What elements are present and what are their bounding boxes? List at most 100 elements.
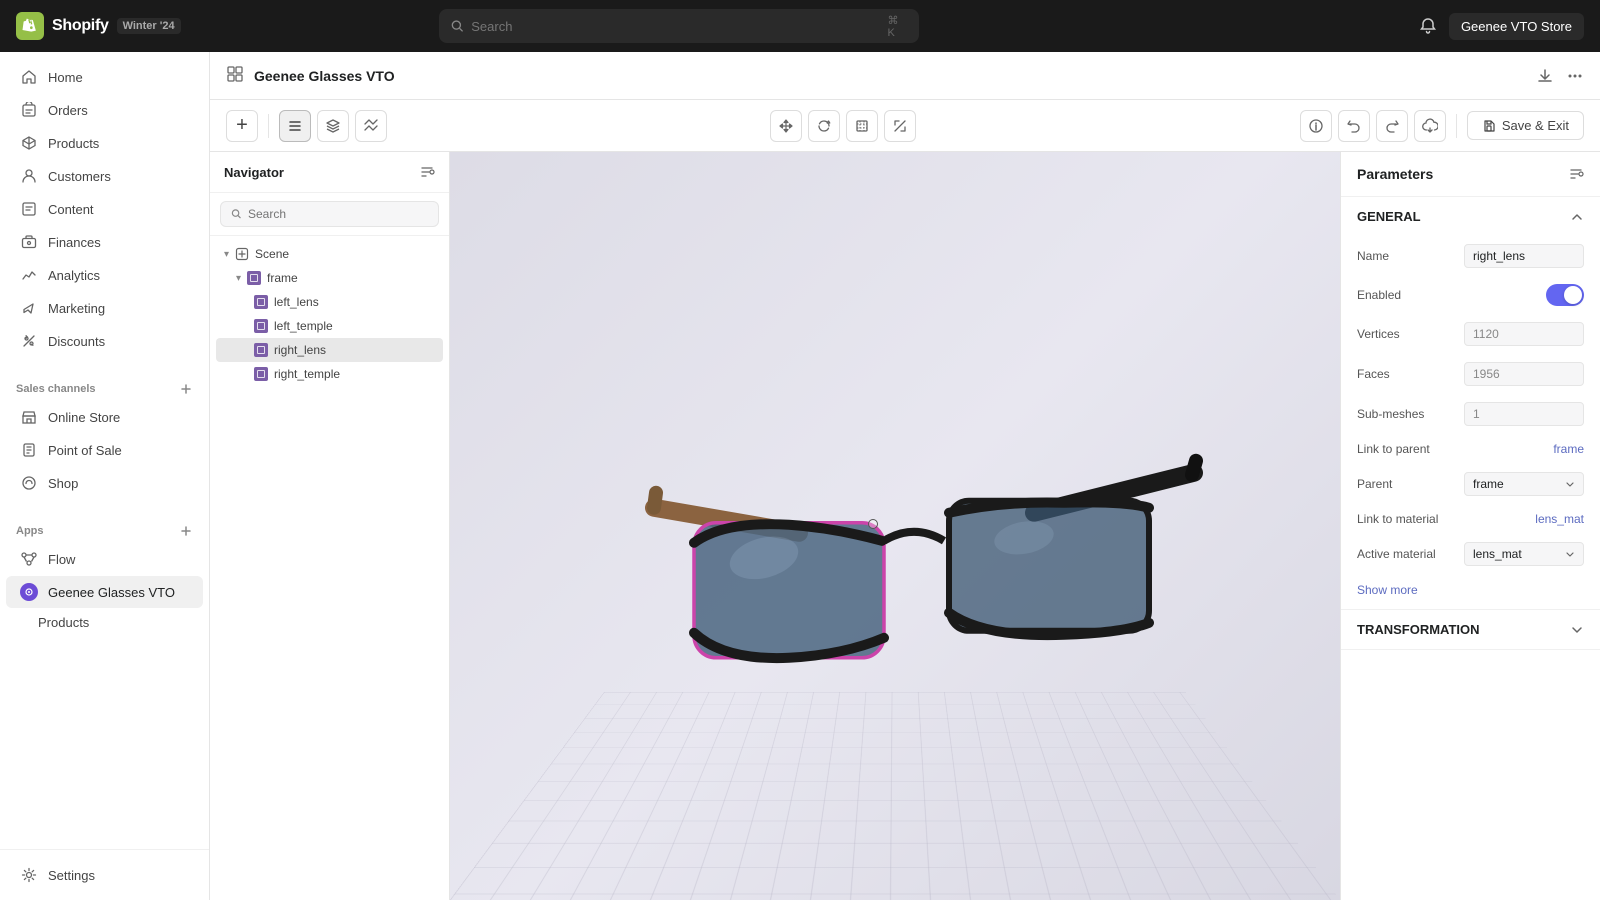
nav-search-input[interactable] [248, 207, 428, 221]
sidebar-item-marketing[interactable]: Marketing [6, 292, 203, 324]
app-header-icon [226, 65, 244, 86]
info-button[interactable] [1300, 110, 1332, 142]
submeshes-row: Sub-meshes [1341, 394, 1600, 434]
cloud-icon [1422, 118, 1438, 134]
version-badge: Winter '24 [117, 18, 181, 34]
sidebar-bottom: Settings [0, 849, 209, 900]
redo-button[interactable] [1376, 110, 1408, 142]
sidebar-item-content[interactable]: Content [6, 193, 203, 225]
general-section-header[interactable]: GENERAL [1341, 197, 1600, 236]
sidebar-item-discounts[interactable]: Discounts [6, 325, 203, 357]
vertices-row: Vertices [1341, 314, 1600, 354]
sidebar-label-analytics: Analytics [48, 268, 100, 283]
settings-icon [20, 866, 38, 884]
chevron-scene: ▾ [224, 249, 229, 260]
frame-icon [854, 118, 870, 134]
pos-icon [20, 441, 38, 459]
tree-item-right-lens[interactable]: right_lens [216, 338, 443, 362]
active-material-select[interactable]: lens_mat [1464, 542, 1584, 566]
parent-select[interactable]: frame [1464, 472, 1584, 496]
show-more-link[interactable]: Show more [1357, 583, 1418, 597]
link-material-value[interactable]: lens_mat [1535, 512, 1584, 526]
sidebar-item-customers[interactable]: Customers [6, 160, 203, 192]
sidebar-label-online-store: Online Store [48, 410, 120, 425]
redo-icon [1384, 118, 1400, 134]
logo-text: shopify [52, 17, 109, 35]
add-channel-icon[interactable] [179, 382, 193, 396]
layers-button[interactable] [317, 110, 349, 142]
viewport[interactable] [450, 152, 1340, 900]
move-button[interactable] [770, 110, 802, 142]
link-parent-value[interactable]: frame [1553, 442, 1584, 456]
navigator-title: Navigator [224, 165, 284, 180]
scene-tree: ▾ Scene ▾ frame left_ [210, 236, 449, 392]
finances-icon [20, 233, 38, 251]
sidebar-label-geenee: Geenee Glasses VTO [48, 585, 175, 600]
name-input[interactable] [1464, 244, 1584, 268]
sidebar-item-analytics[interactable]: Analytics [6, 259, 203, 291]
save-exit-button[interactable]: Save & Exit [1467, 111, 1584, 140]
more-icon[interactable] [1566, 67, 1584, 85]
tree-label-left-lens: left_lens [274, 295, 319, 309]
general-section-title: GENERAL [1357, 209, 1421, 224]
vertices-input[interactable] [1464, 322, 1584, 346]
undo-button[interactable] [1338, 110, 1370, 142]
app-header-actions [1536, 67, 1584, 85]
refresh-button[interactable] [808, 110, 840, 142]
resize-button[interactable] [884, 110, 916, 142]
tree-item-frame[interactable]: ▾ frame [210, 266, 449, 290]
sidebar-item-geenee[interactable]: Geenee Glasses VTO [6, 576, 203, 608]
submeshes-label: Sub-meshes [1357, 407, 1424, 421]
toggle-knob [1564, 286, 1582, 304]
sidebar-label-home: Home [48, 70, 83, 85]
tree-item-scene[interactable]: ▾ Scene [210, 242, 449, 266]
list-view-button[interactable] [279, 110, 311, 142]
search-box[interactable]: ⌘ K [439, 9, 919, 43]
logo[interactable]: shopify Winter '24 [16, 12, 181, 40]
sidebar-item-shop[interactable]: Shop [6, 467, 203, 499]
sidebar-item-products[interactable]: Products [6, 127, 203, 159]
nav-search-box[interactable] [220, 201, 439, 227]
sidebar-item-online-store[interactable]: Online Store [6, 401, 203, 433]
frame-button[interactable] [846, 110, 878, 142]
tree-item-left-lens[interactable]: left_lens [210, 290, 449, 314]
viewport-grid [450, 692, 1340, 900]
params-title: Parameters [1357, 166, 1433, 182]
undo-icon [1346, 118, 1362, 134]
toolbar-center-tools [770, 110, 916, 142]
right-temple-mesh-icon [254, 367, 268, 381]
navigator-settings-icon[interactable] [419, 164, 435, 180]
sidebar-label-discounts: Discounts [48, 334, 105, 349]
params-header: Parameters [1341, 152, 1600, 197]
tree-item-right-temple[interactable]: right_temple [210, 362, 449, 386]
sidebar-item-products-app[interactable]: Products [6, 609, 203, 636]
toolbar-right-tools: Save & Exit [1300, 110, 1584, 142]
store-button[interactable]: Geenee VTO Store [1449, 13, 1584, 40]
sidebar-item-settings[interactable]: Settings [6, 859, 203, 891]
transformation-section-title: TRANSFORMATION [1357, 622, 1480, 637]
sales-channels-section: Sales channels Online Store Point of Sal… [0, 366, 209, 508]
enabled-toggle[interactable] [1546, 284, 1584, 306]
faces-input[interactable] [1464, 362, 1584, 386]
cloud-save-button[interactable] [1414, 110, 1446, 142]
sidebar-label-pos: Point of Sale [48, 443, 122, 458]
add-app-icon[interactable] [179, 524, 193, 538]
sidebar-item-point-of-sale[interactable]: Point of Sale [6, 434, 203, 466]
submeshes-input[interactable] [1464, 402, 1584, 426]
sidebar-label-flow: Flow [48, 552, 75, 567]
pattern-button[interactable] [355, 110, 387, 142]
add-button[interactable]: + [226, 110, 258, 142]
sidebar-item-finances[interactable]: Finances [6, 226, 203, 258]
faces-label: Faces [1357, 367, 1390, 381]
tree-item-left-temple[interactable]: left_temple [210, 314, 449, 338]
search-input[interactable] [471, 19, 879, 34]
name-row: Name [1341, 236, 1600, 276]
sidebar-item-orders[interactable]: Orders [6, 94, 203, 126]
bell-icon[interactable] [1419, 17, 1437, 35]
transformation-section-header[interactable]: TRANSFORMATION [1341, 610, 1600, 649]
params-settings-icon[interactable] [1568, 166, 1584, 182]
sidebar-item-flow[interactable]: Flow [6, 543, 203, 575]
sidebar-item-home[interactable]: Home [6, 61, 203, 93]
sidebar-label-content: Content [48, 202, 94, 217]
download-icon[interactable] [1536, 67, 1554, 85]
